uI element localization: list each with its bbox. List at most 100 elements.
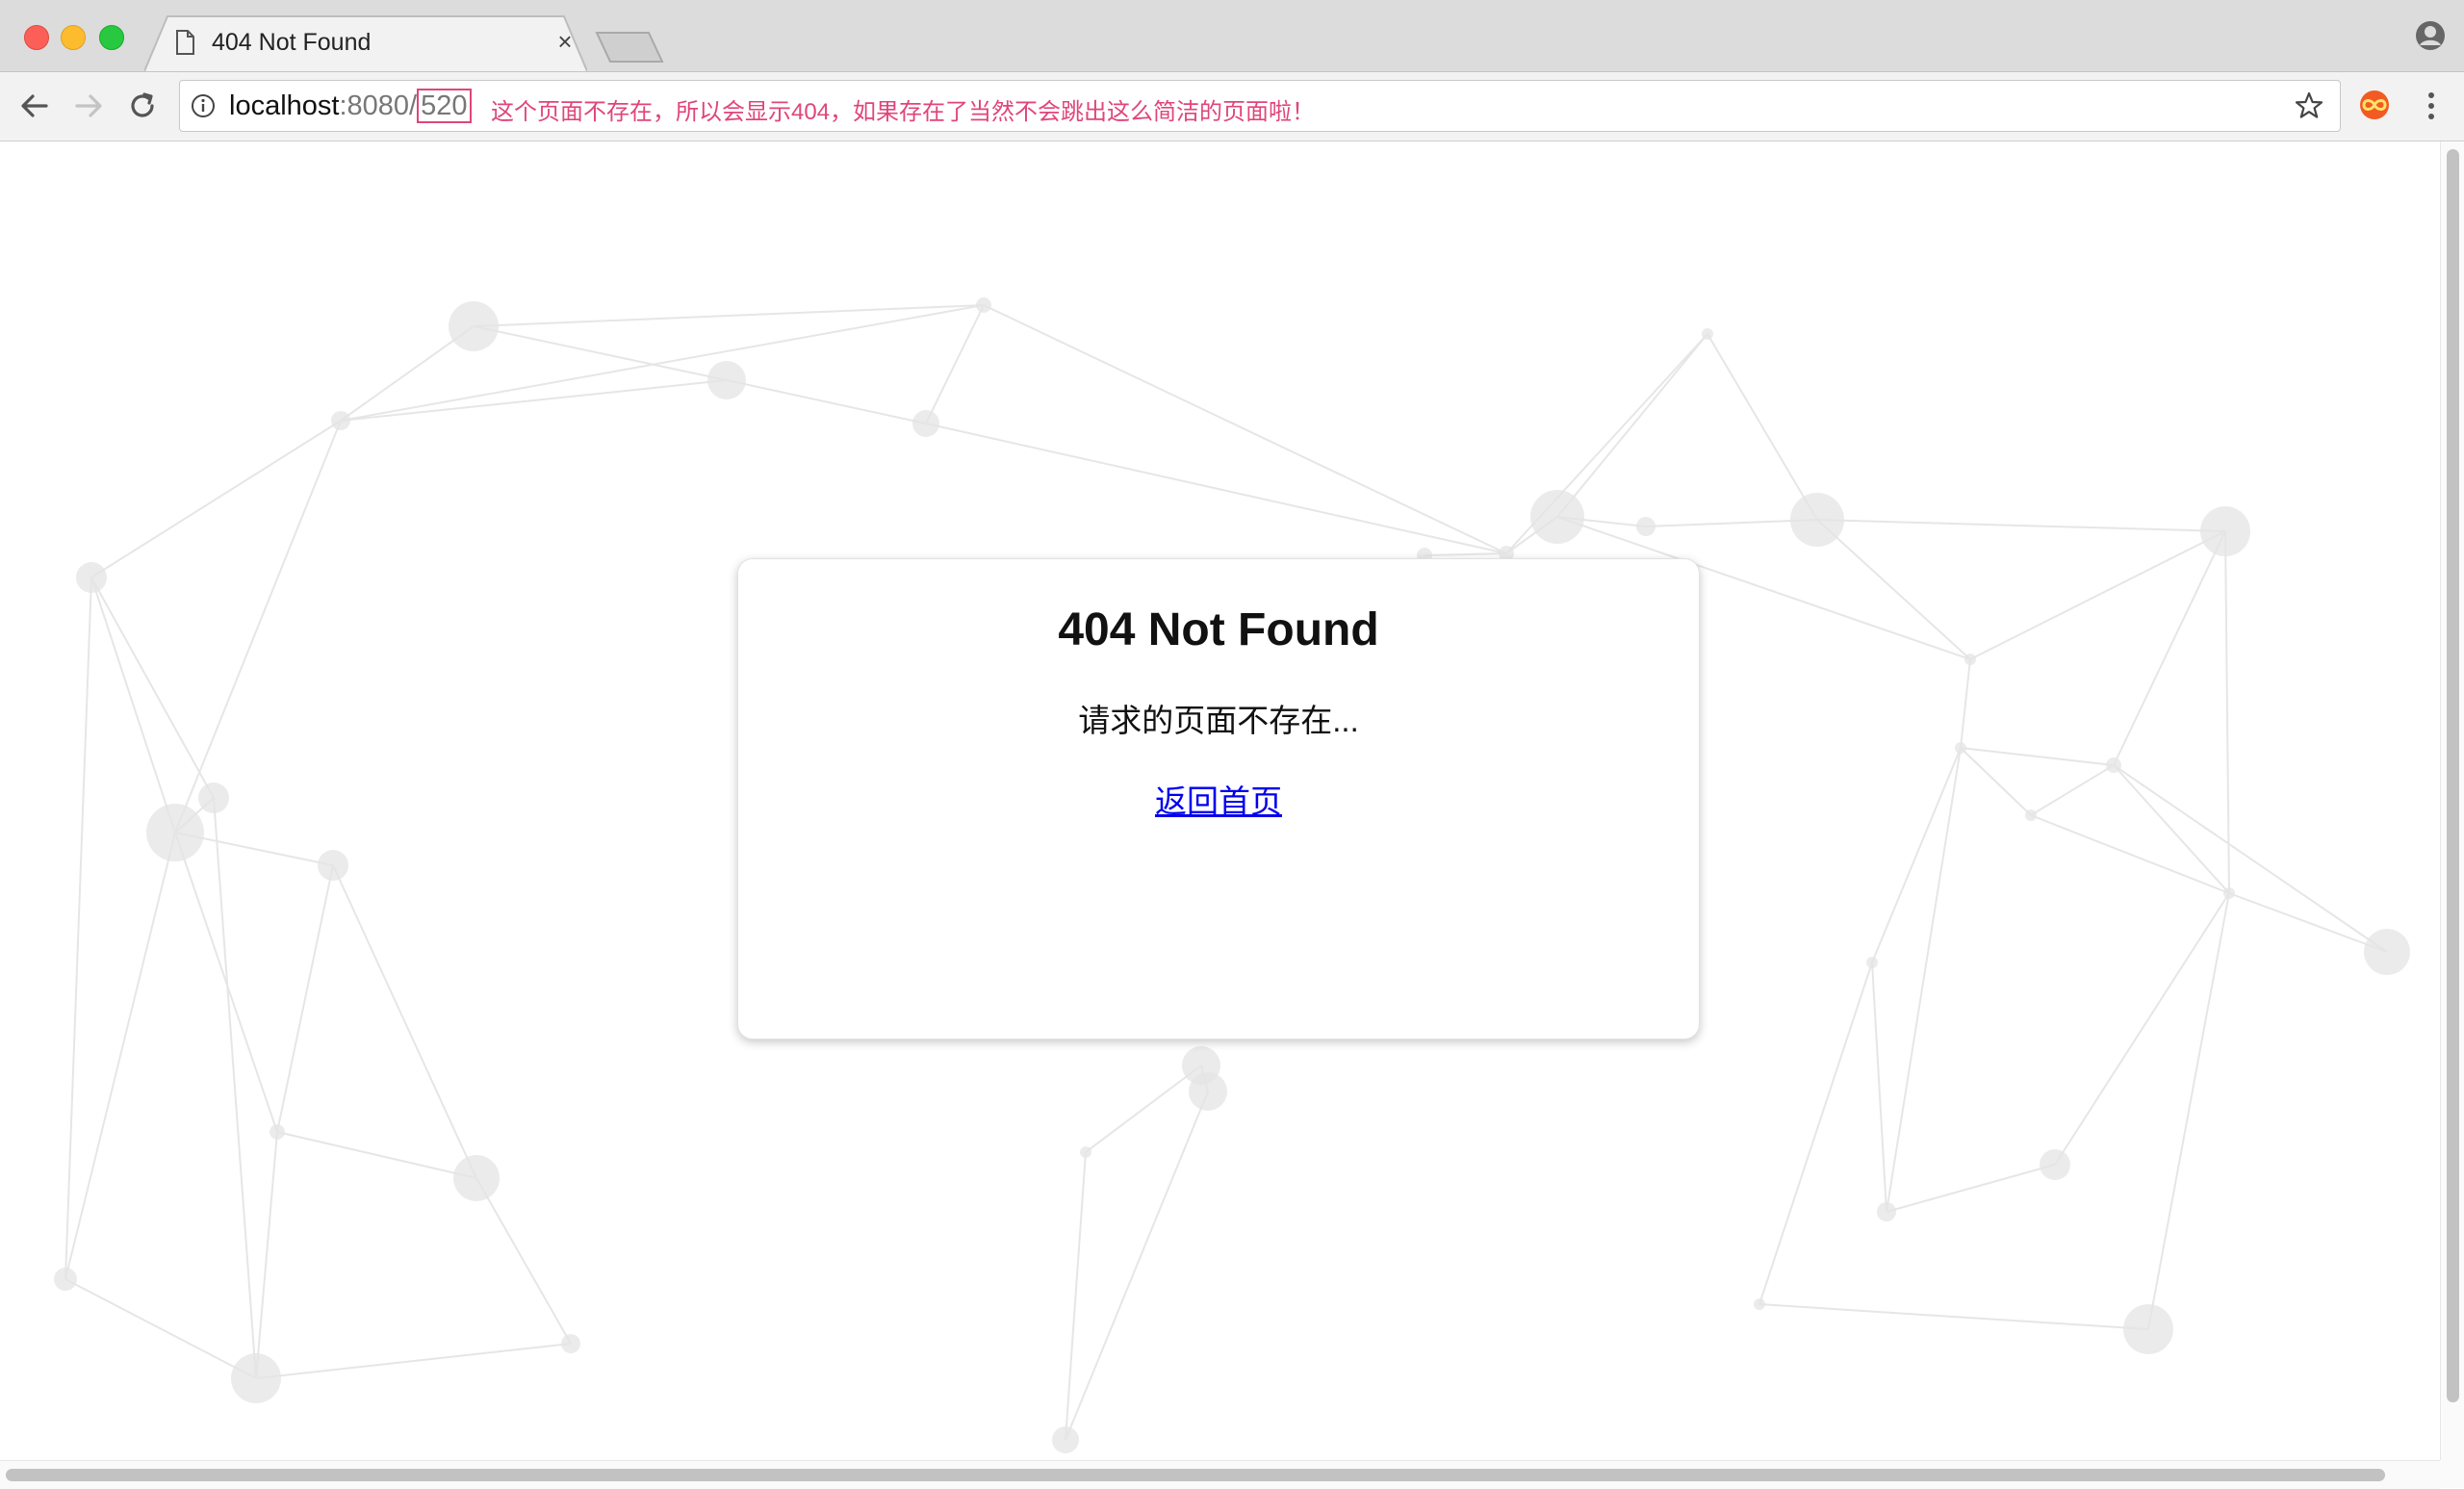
kebab-menu-icon[interactable] bbox=[2418, 89, 2445, 123]
network-node bbox=[2040, 1149, 2070, 1180]
network-line bbox=[90, 420, 342, 578]
network-line bbox=[64, 1278, 257, 1379]
network-line bbox=[1085, 1065, 1202, 1153]
network-line bbox=[2224, 530, 2230, 894]
vertical-scroll-thumb[interactable] bbox=[2447, 149, 2459, 1402]
network-line bbox=[473, 304, 985, 327]
network-line bbox=[1707, 333, 1818, 521]
page-viewport: 404 Not Found 请求的页面不存在... 返回首页 bbox=[0, 141, 2440, 1460]
network-line bbox=[1065, 1091, 1209, 1441]
window-maximize-button[interactable] bbox=[99, 25, 124, 50]
browser-chrome: 404 Not Found × localhost:8080/520 这个页面不… bbox=[0, 0, 2464, 141]
network-line bbox=[2147, 892, 2230, 1330]
network-line bbox=[1424, 552, 1507, 556]
star-icon[interactable] bbox=[2293, 90, 2325, 122]
network-line bbox=[255, 1131, 278, 1379]
network-line bbox=[276, 864, 334, 1133]
network-line bbox=[1556, 333, 1708, 518]
forward-arrow-icon[interactable] bbox=[69, 87, 108, 125]
network-node bbox=[231, 1353, 281, 1403]
window-minimize-button[interactable] bbox=[61, 25, 86, 50]
network-node bbox=[1964, 654, 1976, 665]
error-message: 请求的页面不存在... bbox=[1078, 703, 1359, 738]
network-line bbox=[64, 832, 176, 1280]
url-text[interactable]: localhost:8080/520 bbox=[229, 89, 472, 123]
network-line bbox=[1758, 1303, 2149, 1330]
scrollbar-corner bbox=[2440, 1460, 2464, 1488]
document-icon bbox=[176, 30, 194, 55]
network-node bbox=[1189, 1072, 1227, 1111]
vertical-scrollbar[interactable] bbox=[2440, 141, 2464, 1460]
network-line bbox=[1960, 747, 2032, 816]
page-title: 404 Not Found bbox=[1058, 604, 1379, 655]
network-node bbox=[976, 297, 991, 313]
network-node bbox=[2223, 887, 2235, 899]
network-line bbox=[1758, 962, 1873, 1305]
network-node bbox=[2200, 506, 2250, 556]
network-line bbox=[925, 423, 1507, 554]
network-line bbox=[1871, 747, 1962, 963]
network-node bbox=[2123, 1304, 2173, 1354]
network-node bbox=[2106, 757, 2121, 773]
network-node bbox=[2025, 809, 2037, 821]
network-line bbox=[2113, 764, 2230, 894]
network-node bbox=[1754, 1298, 1765, 1310]
network-node bbox=[453, 1155, 500, 1201]
url-path-highlight: 520 bbox=[417, 89, 472, 123]
error-card: 404 Not Found 请求的页面不存在... 返回首页 bbox=[737, 558, 1700, 1040]
network-node bbox=[54, 1268, 77, 1291]
profile-icon[interactable] bbox=[2414, 19, 2447, 52]
horizontal-scrollbar[interactable] bbox=[0, 1460, 2440, 1489]
url-port: :8080/ bbox=[339, 90, 418, 121]
network-node bbox=[318, 850, 348, 881]
home-link[interactable]: 返回首页 bbox=[1155, 776, 1282, 822]
horizontal-scroll-thumb[interactable] bbox=[6, 1469, 2385, 1481]
network-line bbox=[2113, 764, 2388, 953]
network-node bbox=[561, 1334, 580, 1353]
network-line bbox=[473, 325, 728, 381]
network-line bbox=[64, 577, 92, 1280]
reload-icon[interactable] bbox=[123, 87, 162, 125]
network-node bbox=[146, 804, 204, 861]
info-icon[interactable] bbox=[191, 93, 216, 118]
network-node bbox=[1790, 493, 1844, 547]
network-line bbox=[2030, 764, 2115, 816]
network-line bbox=[2228, 892, 2388, 953]
network-line bbox=[2113, 530, 2226, 766]
tab-close-icon[interactable]: × bbox=[552, 29, 578, 54]
url-host: localhost bbox=[229, 90, 340, 121]
network-node bbox=[1052, 1426, 1079, 1453]
back-arrow-icon[interactable] bbox=[15, 87, 54, 125]
network-line bbox=[925, 304, 985, 424]
network-line bbox=[726, 379, 927, 424]
network-node bbox=[1955, 742, 1966, 754]
network-node bbox=[1702, 328, 1713, 340]
network-node bbox=[1866, 957, 1878, 968]
extension-icon[interactable] bbox=[2358, 89, 2391, 121]
network-line bbox=[1960, 658, 1971, 749]
network-node bbox=[331, 411, 350, 430]
network-line bbox=[1816, 519, 1971, 660]
network-line bbox=[1886, 747, 1962, 1213]
network-line bbox=[1816, 519, 2226, 532]
url-annotation: 这个页面不存在，所以会显示404，如果存在了当然不会跳出这么简洁的页面啦！ bbox=[491, 99, 1316, 125]
network-line bbox=[475, 1177, 572, 1345]
network-node bbox=[449, 301, 499, 351]
network-node bbox=[912, 410, 939, 437]
network-line bbox=[213, 797, 257, 1379]
network-line bbox=[983, 304, 1507, 554]
network-line bbox=[340, 304, 985, 422]
network-line bbox=[1886, 1164, 2056, 1213]
network-node bbox=[1080, 1146, 1091, 1158]
network-node bbox=[2364, 929, 2410, 975]
network-node bbox=[707, 361, 746, 399]
network-line bbox=[276, 1131, 477, 1179]
network-node bbox=[1530, 490, 1584, 544]
network-line bbox=[174, 420, 342, 834]
new-tab-button[interactable] bbox=[595, 31, 664, 64]
network-node bbox=[270, 1124, 285, 1140]
network-line bbox=[1871, 962, 1887, 1213]
network-line bbox=[2030, 814, 2230, 894]
window-close-button[interactable] bbox=[24, 25, 49, 50]
network-line bbox=[255, 1343, 572, 1379]
